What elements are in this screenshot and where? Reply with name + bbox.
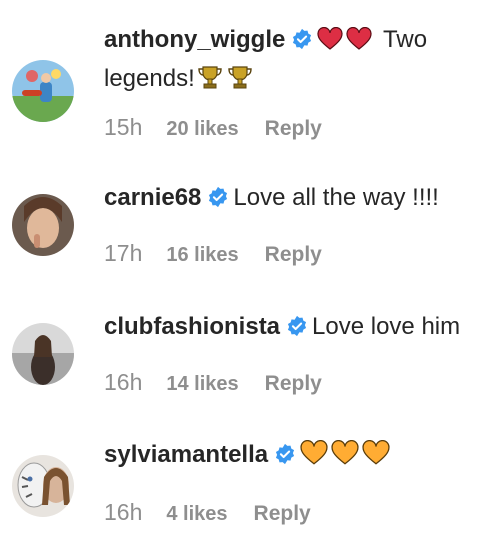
comment-meta: 17h 16 likes Reply: [104, 240, 322, 272]
likes-count[interactable]: 14 likes: [166, 373, 238, 396]
comment-line-2: legends!: [104, 61, 477, 100]
reply-button[interactable]: Reply: [265, 243, 322, 267]
username[interactable]: clubfashionista: [104, 313, 280, 340]
verified-badge-icon: [287, 315, 307, 337]
reply-button[interactable]: Reply: [265, 117, 322, 141]
avatar[interactable]: [12, 194, 74, 256]
likes-count[interactable]: 16 likes: [166, 244, 238, 267]
red-heart-icon: [317, 26, 343, 61]
reply-button[interactable]: Reply: [265, 372, 322, 396]
comment-line-1: anthony_wiggle Two: [104, 22, 477, 61]
comment-meta: 16h 14 likes Reply: [104, 369, 322, 401]
comment-meta: 16h 4 likes Reply: [104, 499, 311, 531]
comment-line-1: clubfashionista Love love him: [104, 309, 477, 344]
yellow-heart-icon: [331, 439, 359, 476]
avatar[interactable]: [12, 60, 74, 122]
reply-button[interactable]: Reply: [254, 502, 311, 526]
username[interactable]: anthony_wiggle: [104, 26, 285, 53]
trophy-icon: [227, 64, 253, 100]
avatar-image: [12, 194, 74, 256]
comment-line-1: carnie68 Love all the way !!!!: [104, 180, 477, 215]
verified-badge-icon: [209, 186, 228, 208]
likes-count[interactable]: 4 likes: [166, 503, 227, 526]
username[interactable]: carnie68: [104, 184, 201, 211]
comment-text-continued: legends!: [104, 65, 195, 92]
yellow-heart-icon: [300, 439, 328, 476]
comment-line-1: sylviamantella: [104, 437, 477, 476]
comments-list: anthony_wiggle Two legends! 15h 20 likes R…: [0, 0, 497, 537]
verified-badge-icon: [276, 443, 295, 465]
comment-text: Love all the way !!!!: [233, 184, 439, 211]
avatar[interactable]: [12, 455, 74, 517]
avatar-image: [12, 323, 74, 385]
comment-meta: 15h 20 likes Reply: [104, 114, 322, 146]
comment-item: anthony_wiggle Two legends! 15h 20 likes R…: [0, 22, 497, 152]
username[interactable]: sylviamantella: [104, 441, 268, 468]
comment-item: carnie68 Love all the way !!!! 17h 16 like…: [0, 180, 497, 280]
comment-text: Love love him: [312, 313, 461, 340]
comment-text: Two: [383, 26, 428, 53]
verified-badge-icon: [293, 28, 312, 50]
yellow-heart-icon: [362, 439, 390, 476]
comment-item: sylviamantella 16h 4 likes Reply: [0, 437, 497, 537]
comment-item: clubfashionista Love love him 16h 14 likes…: [0, 309, 497, 409]
avatar-image: [12, 60, 74, 122]
comment-body: clubfashionista Love love him: [104, 309, 477, 344]
comment-time: 16h: [104, 369, 143, 395]
red-heart-icon: [346, 26, 372, 61]
comment-time: 16h: [104, 499, 143, 525]
comment-time: 15h: [104, 114, 143, 140]
comment-time: 17h: [104, 240, 143, 266]
comment-body: carnie68 Love all the way !!!!: [104, 180, 477, 215]
trophy-icon: [197, 64, 223, 100]
avatar[interactable]: [12, 323, 74, 385]
likes-count[interactable]: 20 likes: [166, 118, 238, 141]
comment-body: sylviamantella: [104, 437, 477, 476]
comment-body: anthony_wiggle Two legends!: [104, 22, 477, 100]
avatar-image: [12, 455, 74, 517]
